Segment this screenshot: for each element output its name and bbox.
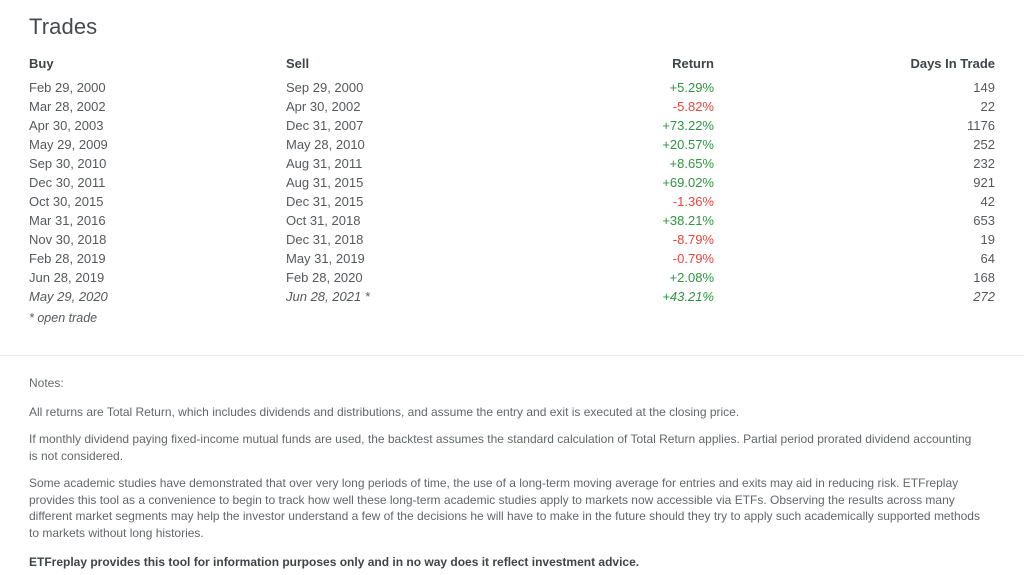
cell-return: -0.79% — [672, 251, 714, 266]
cell-return: +8.65% — [669, 156, 714, 171]
cell-return: +73.22% — [662, 118, 714, 133]
cell-days-in-trade: 64 — [980, 251, 995, 266]
table-row: Sep 30, 2010 Aug 31, 2011 +8.65% 232 — [29, 154, 995, 173]
cell-sell-date: Apr 30, 2002 — [286, 99, 361, 114]
cell-sell-date: Dec 31, 2015 — [286, 194, 364, 209]
column-header-days-in-trade: Days In Trade — [910, 56, 995, 71]
cell-buy-date: Dec 30, 2011 — [29, 175, 106, 190]
cell-return: +2.08% — [669, 270, 714, 285]
cell-return: +43.21% — [662, 289, 714, 304]
table-row: Nov 30, 2018 Dec 31, 2018 -8.79% 19 — [29, 230, 995, 249]
cell-days-in-trade: 921 — [973, 175, 995, 190]
table-row: Mar 28, 2002 Apr 30, 2002 -5.82% 22 — [29, 97, 995, 116]
trades-report-page: Trades Buy Sell Return Days In Trade Feb… — [0, 0, 1024, 575]
cell-days-in-trade: 149 — [973, 80, 995, 95]
cell-days-in-trade: 42 — [980, 194, 995, 209]
cell-sell-date: May 28, 2010 — [286, 137, 365, 152]
notes-disclaimer: ETFreplay provides this tool for informa… — [29, 555, 640, 569]
table-row: Oct 30, 2015 Dec 31, 2015 -1.36% 42 — [29, 192, 995, 211]
cell-buy-date: Feb 28, 2019 — [29, 251, 106, 266]
table-row: Feb 28, 2019 May 31, 2019 -0.79% 64 — [29, 249, 995, 268]
table-row: Dec 30, 2011 Aug 31, 2015 +69.02% 921 — [29, 173, 995, 192]
cell-return: -1.36% — [672, 194, 714, 209]
table-row: Apr 30, 2003 Dec 31, 2007 +73.22% 1176 — [29, 116, 995, 135]
column-header-buy: Buy — [29, 56, 54, 71]
cell-buy-date: Mar 31, 2016 — [29, 213, 106, 228]
section-divider — [0, 355, 1024, 356]
trades-table-body: Feb 29, 2000 Sep 29, 2000 +5.29% 149 Mar 28,… — [29, 78, 995, 306]
cell-buy-date: Oct 30, 2015 — [29, 194, 104, 209]
notes-paragraph-1: All returns are Total Return, which incl… — [29, 404, 740, 419]
cell-buy-date: May 29, 2009 — [29, 137, 108, 152]
column-header-sell: Sell — [286, 56, 310, 71]
cell-buy-date: Apr 30, 2003 — [29, 118, 104, 133]
cell-return: +20.57% — [662, 137, 714, 152]
notes-label: Notes: — [29, 376, 64, 390]
table-row: Mar 31, 2016 Oct 31, 2018 +38.21% 653 — [29, 211, 995, 230]
notes-paragraph-2: If monthly dividend paying fixed-income … — [29, 432, 972, 463]
cell-days-in-trade: 232 — [973, 156, 995, 171]
open-trade-footnote: * open trade — [29, 311, 98, 325]
cell-sell-date: Jun 28, 2021 * — [286, 289, 370, 304]
cell-buy-date: Jun 28, 2019 — [29, 270, 105, 285]
trades-table-header: Buy Sell Return Days In Trade — [29, 54, 995, 78]
table-header-row: Buy Sell Return Days In Trade — [29, 54, 995, 78]
table-row: May 29, 2009 May 28, 2010 +20.57% 252 — [29, 135, 995, 154]
cell-sell-date: Oct 31, 2018 — [286, 213, 361, 228]
cell-buy-date: Feb 29, 2000 — [29, 80, 106, 95]
cell-return: +38.21% — [662, 213, 714, 228]
cell-return: -8.79% — [672, 232, 714, 247]
notes-section: Notes: All returns are Total Return, whi… — [29, 375, 981, 571]
cell-sell-date: Aug 31, 2015 — [286, 175, 364, 190]
cell-return: -5.82% — [672, 99, 714, 114]
cell-buy-date: Sep 30, 2010 — [29, 156, 107, 171]
cell-sell-date: Sep 29, 2000 — [286, 80, 364, 95]
cell-days-in-trade: 272 — [973, 289, 995, 304]
table-row: May 29, 2020 Jun 28, 2021 * +43.21% 272 — [29, 287, 995, 306]
trades-table: Buy Sell Return Days In Trade Feb 29, 20… — [29, 54, 995, 306]
cell-sell-date: Dec 31, 2018 — [286, 232, 364, 247]
cell-days-in-trade: 22 — [980, 99, 995, 114]
cell-sell-date: Dec 31, 2007 — [286, 118, 364, 133]
cell-days-in-trade: 168 — [973, 270, 995, 285]
table-row: Feb 29, 2000 Sep 29, 2000 +5.29% 149 — [29, 78, 995, 97]
cell-return: +69.02% — [662, 175, 714, 190]
cell-days-in-trade: 252 — [973, 137, 995, 152]
column-header-return: Return — [672, 56, 714, 71]
cell-sell-date: May 31, 2019 — [286, 251, 365, 266]
cell-buy-date: Nov 30, 2018 — [29, 232, 107, 247]
cell-sell-date: Aug 31, 2011 — [286, 156, 363, 171]
cell-return: +5.29% — [669, 80, 714, 95]
cell-buy-date: May 29, 2020 — [29, 289, 108, 304]
cell-days-in-trade: 653 — [973, 213, 995, 228]
cell-days-in-trade: 19 — [980, 232, 995, 247]
cell-sell-date: Feb 28, 2020 — [286, 270, 363, 285]
cell-buy-date: Mar 28, 2002 — [29, 99, 106, 114]
page-title: Trades — [29, 14, 98, 39]
table-row: Jun 28, 2019 Feb 28, 2020 +2.08% 168 — [29, 268, 995, 287]
cell-days-in-trade: 1176 — [967, 118, 995, 133]
notes-paragraph-3: Some academic studies have demonstrated … — [29, 476, 980, 540]
